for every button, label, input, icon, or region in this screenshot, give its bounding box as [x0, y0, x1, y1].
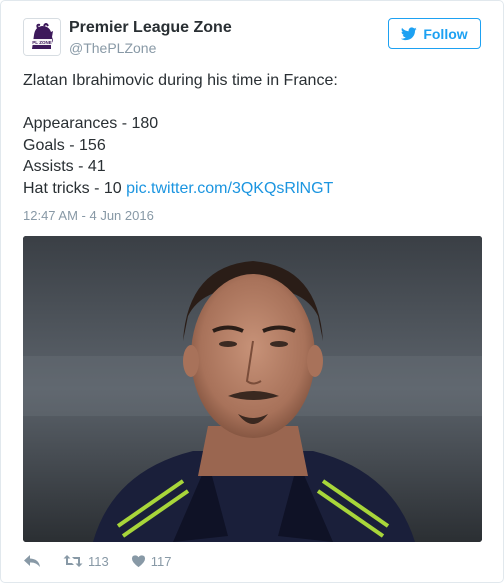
account-name[interactable]: Premier League Zone [69, 19, 232, 37]
follow-label: Follow [423, 25, 468, 42]
tweet-media-link[interactable]: pic.twitter.com/3QKQsRlNGT [126, 180, 333, 197]
svg-text:PL ZONE: PL ZONE [32, 40, 51, 45]
retweet-button[interactable]: 113 [63, 554, 109, 569]
premier-league-lion-logo-icon[interactable]: PL ZONE [23, 18, 61, 56]
account-handle[interactable]: @ThePLZone [69, 40, 156, 56]
reply-icon [23, 554, 41, 568]
tweet-line-hat-tricks-text: Hat tricks - 10 [23, 179, 122, 197]
reply-button[interactable] [23, 554, 41, 568]
tweet-line-goals: Goals - 156 [23, 136, 106, 154]
like-button[interactable]: 117 [131, 553, 172, 569]
heart-icon [131, 554, 146, 568]
follow-button[interactable]: Follow [388, 18, 481, 49]
tweet-photo[interactable] [23, 236, 482, 542]
retweet-count: 113 [88, 553, 109, 569]
tweet-line-intro: Zlatan Ibrahimovic during his time in Fr… [23, 72, 338, 89]
tweet-actions: 113 117 [23, 551, 193, 571]
tweet-card: PL ZONE Premier League Zone @ThePLZone F… [0, 0, 504, 583]
twitter-bird-icon [401, 26, 418, 41]
tweet-timestamp[interactable]: 12:47 AM - 4 Jun 2016 [23, 208, 154, 223]
tweet-line-assists: Assists - 41 [23, 158, 106, 175]
tweet-text: Zlatan Ibrahimovic during his time in Fr… [23, 70, 483, 199]
retweet-icon [63, 554, 83, 568]
tweet-line-appearances: Appearances - 180 [23, 115, 159, 132]
tweet-line-hat-tricks: Hat tricks - 10 pic.twitter.com/3QKQsRlN… [23, 178, 483, 200]
like-count: 117 [150, 553, 172, 569]
